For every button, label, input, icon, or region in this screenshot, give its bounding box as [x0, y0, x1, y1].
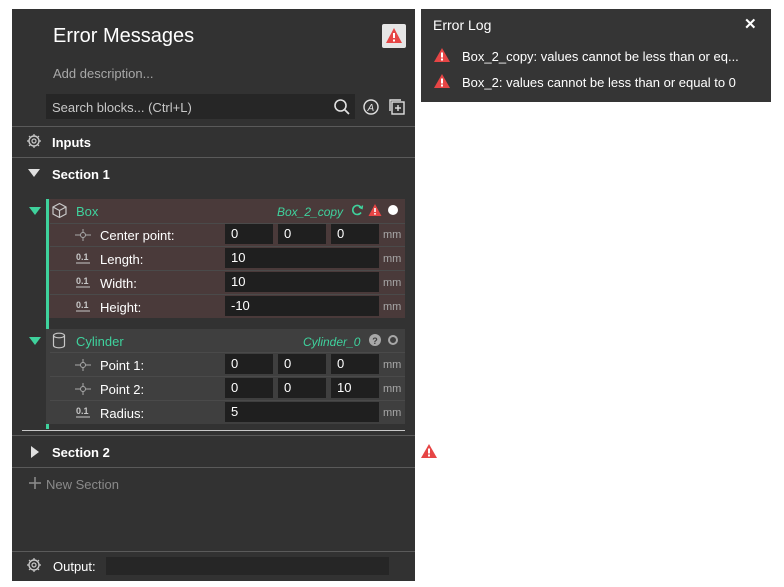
point2-x-input[interactable]: 0: [225, 378, 273, 398]
box-block-name[interactable]: Box: [76, 204, 98, 219]
cube-icon: [52, 202, 67, 219]
close-icon[interactable]: ✕: [744, 15, 757, 33]
svg-text:A: A: [367, 103, 375, 114]
warning-triangle-icon: [434, 74, 450, 88]
unit-label: mm: [383, 383, 402, 395]
chevron-down-icon[interactable]: [28, 206, 42, 216]
description-field[interactable]: Add description...: [53, 66, 153, 81]
divider: [50, 352, 405, 353]
help-icon[interactable]: ?: [368, 333, 382, 347]
point2-y-input[interactable]: 0: [278, 378, 326, 398]
center-x-input[interactable]: 0: [225, 224, 273, 244]
svg-text:0.1: 0.1: [76, 406, 89, 416]
unit-label: mm: [383, 277, 402, 289]
warning-button[interactable]: [382, 24, 406, 48]
width-input[interactable]: 10: [225, 272, 379, 292]
unit-label: mm: [383, 301, 402, 313]
unit-label: mm: [383, 253, 402, 265]
status-dot[interactable]: [388, 205, 398, 215]
point-icon: [75, 383, 91, 395]
ai-block-icon[interactable]: A: [362, 98, 380, 116]
divider: [12, 467, 415, 468]
radius-input[interactable]: 5: [225, 402, 379, 422]
warning-triangle-icon[interactable]: [368, 203, 382, 217]
point1-z-input[interactable]: 0: [331, 354, 379, 374]
output-field[interactable]: [106, 557, 389, 575]
point-icon: [75, 359, 91, 371]
cylinder-block-id[interactable]: Cylinder_0: [303, 335, 360, 349]
output-label: Output:: [53, 559, 96, 574]
section-1-label[interactable]: Section 1: [52, 167, 110, 182]
divider: [50, 246, 405, 247]
chevron-down-icon[interactable]: [28, 336, 42, 346]
page-title: Error Messages: [53, 25, 195, 47]
search-input[interactable]: Search blocks... (Ctrl+L): [46, 94, 355, 119]
warning-triangle-icon[interactable]: [420, 443, 438, 459]
dimension-icon: 0.1: [76, 300, 90, 312]
divider: [50, 376, 405, 377]
unit-label: mm: [383, 359, 402, 371]
svg-text:0.1: 0.1: [76, 276, 89, 286]
center-z-input[interactable]: 0: [331, 224, 379, 244]
add-block-icon[interactable]: [388, 98, 406, 116]
divider: [12, 157, 415, 158]
refresh-icon[interactable]: [350, 203, 364, 217]
error-message[interactable]: Box_2: values cannot be less than or equ…: [462, 75, 736, 90]
chevron-right-icon[interactable]: [30, 445, 40, 459]
field-label: Point 1:: [100, 358, 145, 373]
search-icon[interactable]: [333, 98, 351, 116]
search-placeholder: Search blocks... (Ctrl+L): [52, 100, 192, 115]
unit-label: mm: [383, 407, 402, 419]
field-label: Radius:: [100, 406, 145, 421]
box-block-id[interactable]: Box_2_copy: [277, 205, 343, 219]
gear-icon: [27, 558, 41, 572]
status-dot[interactable]: [388, 335, 398, 345]
divider: [12, 435, 415, 436]
height-input[interactable]: -10: [225, 296, 379, 316]
point1-x-input[interactable]: 0: [225, 354, 273, 374]
field-label: Height:: [100, 300, 142, 315]
divider: [50, 294, 405, 295]
length-input[interactable]: 10: [225, 248, 379, 268]
error-log-title: Error Log: [433, 17, 492, 33]
section-2-label[interactable]: Section 2: [52, 445, 110, 460]
plus-icon[interactable]: [28, 476, 42, 490]
divider: [50, 270, 405, 271]
center-y-input[interactable]: 0: [278, 224, 326, 244]
field-label: Point 2:: [100, 382, 145, 397]
svg-text:?: ?: [372, 336, 378, 346]
point1-y-input[interactable]: 0: [278, 354, 326, 374]
cylinder-icon: [52, 332, 66, 349]
error-message[interactable]: Box_2_copy: values cannot be less than o…: [462, 49, 739, 64]
svg-text:0.1: 0.1: [76, 300, 89, 310]
warning-triangle-icon: [434, 48, 450, 62]
unit-label: mm: [383, 229, 402, 241]
divider: [50, 400, 405, 401]
point2-z-input[interactable]: 10: [331, 378, 379, 398]
gear-icon: [27, 134, 41, 148]
new-section-button[interactable]: New Section: [46, 477, 119, 492]
dimension-icon: 0.1: [76, 276, 90, 288]
dimension-icon: 0.1: [76, 406, 90, 418]
field-label: Width:: [100, 276, 137, 291]
cylinder-block-name[interactable]: Cylinder: [76, 334, 124, 349]
warning-triangle-icon: [386, 28, 402, 43]
chevron-down-icon[interactable]: [27, 168, 41, 178]
section-end-line: [22, 430, 405, 431]
field-label: Center point:: [100, 228, 175, 243]
dimension-icon: 0.1: [76, 252, 90, 264]
point-icon: [75, 229, 91, 241]
divider: [12, 126, 415, 127]
inputs-label[interactable]: Inputs: [52, 135, 91, 150]
svg-text:0.1: 0.1: [76, 252, 89, 262]
field-label: Length:: [100, 252, 144, 267]
